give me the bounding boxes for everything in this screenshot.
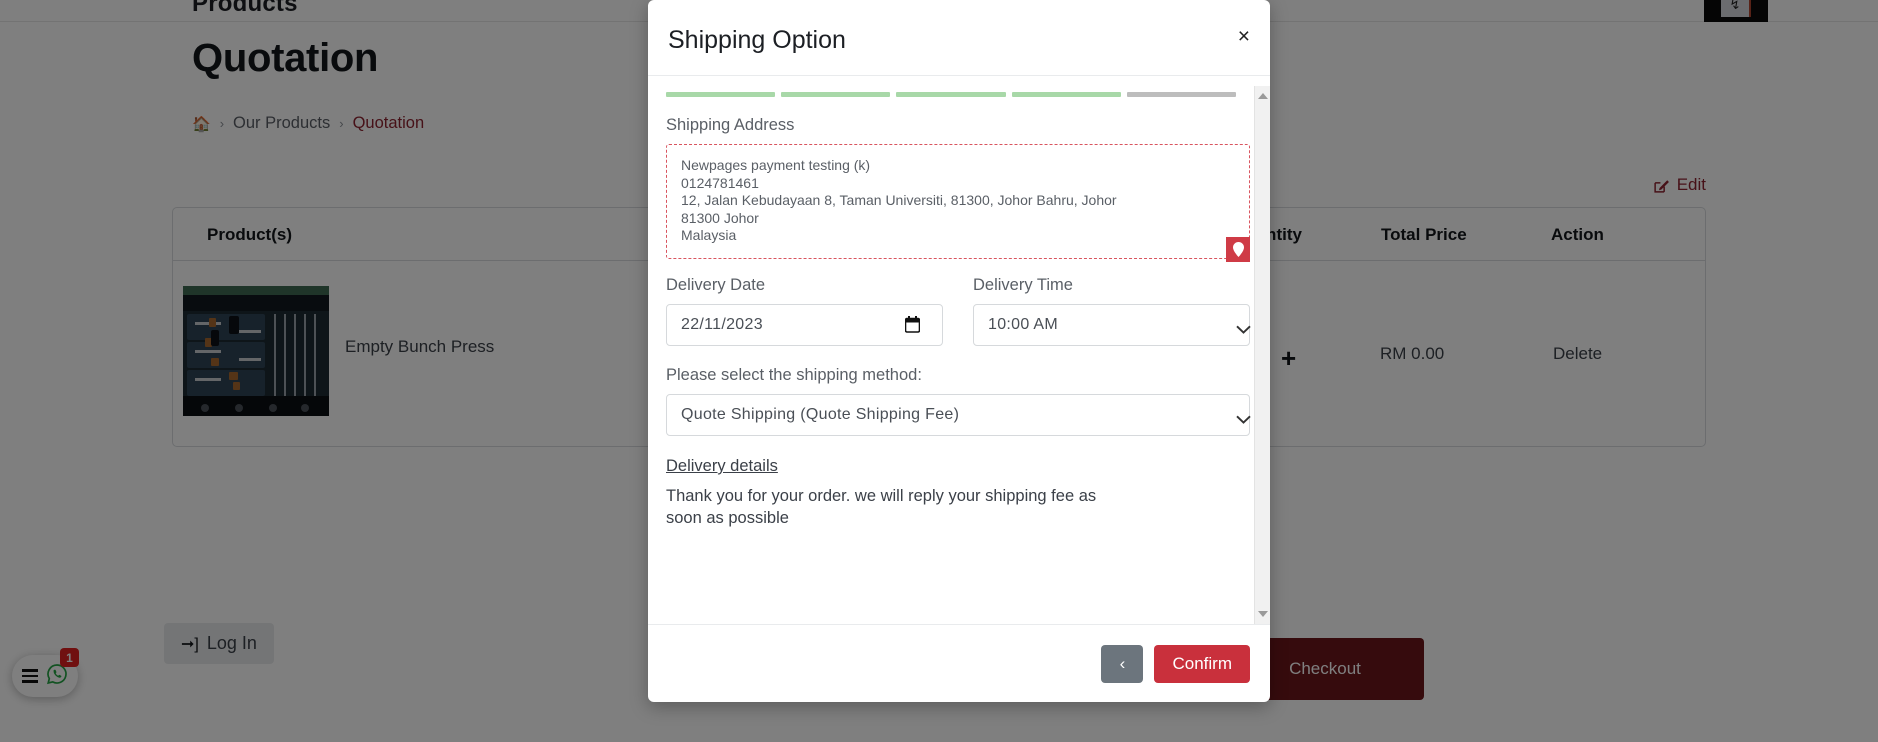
- address-line: Malaysia: [681, 227, 737, 244]
- modal-scrollbar[interactable]: [1254, 86, 1270, 624]
- scroll-down-icon[interactable]: [1255, 606, 1270, 622]
- delivery-time-value: 10:00 AM: [988, 315, 1059, 333]
- progress-step-3: [896, 92, 1006, 97]
- address-line: Newpages payment testing (k): [681, 157, 871, 173]
- progress-step-1: [666, 92, 776, 97]
- map-pin-icon[interactable]: [1226, 236, 1250, 262]
- modal-body: Shipping Address Newpages payment testin…: [648, 76, 1270, 624]
- shipping-address-label: Shipping Address: [666, 116, 795, 134]
- delivery-date-field: Delivery Date 22/11/2023: [666, 276, 943, 346]
- modal-header: Shipping Option ×: [648, 0, 1270, 76]
- shipping-method-value: Quote Shipping (Quote Shipping Fee): [681, 405, 960, 423]
- shipping-address-box[interactable]: Newpages payment testing (k) 0124781461 …: [666, 144, 1250, 262]
- delivery-time-label: Delivery Time: [973, 275, 1073, 294]
- back-button[interactable]: ‹: [1101, 644, 1144, 683]
- modal-title: Shipping Option: [668, 26, 846, 54]
- delivery-details-text: Thank you for your order. we will reply …: [666, 486, 1097, 527]
- shipping-method-label: Please select the shipping method:: [666, 365, 922, 384]
- address-line: 0124781461: [681, 174, 759, 191]
- shipping-method-select[interactable]: Quote Shipping (Quote Shipping Fee): [666, 393, 1251, 436]
- close-icon[interactable]: ×: [1238, 26, 1250, 47]
- progress-step-5: [1126, 92, 1237, 97]
- delivery-time-select[interactable]: 10:00 AM: [973, 303, 1251, 346]
- progress-step-2: [781, 92, 891, 97]
- progress-step-4: [1011, 92, 1121, 97]
- address-line: 81300 Johor: [681, 209, 759, 226]
- scroll-up-icon[interactable]: [1255, 88, 1270, 104]
- confirm-button[interactable]: Confirm: [1154, 644, 1250, 683]
- delivery-time-field: Delivery Time 10:00 AM: [973, 275, 1251, 346]
- modal-footer: ‹ Confirm: [648, 624, 1270, 702]
- shipping-option-modal: Shipping Option × Shipping Address Newpa…: [648, 0, 1270, 702]
- delivery-details-title: Delivery details: [666, 456, 778, 475]
- address-line: 12, Jalan Kebudayaan 8, Taman Universiti…: [681, 192, 1117, 209]
- delivery-date-value: 22/11/2023: [681, 315, 763, 333]
- delivery-date-input[interactable]: 22/11/2023: [666, 303, 943, 346]
- progress-steps: [666, 76, 1250, 97]
- calendar-icon[interactable]: [904, 315, 921, 333]
- delivery-fields-row: Delivery Date 22/11/2023 Delivery Time 1…: [666, 275, 1251, 346]
- delivery-date-label: Delivery Date: [666, 275, 766, 294]
